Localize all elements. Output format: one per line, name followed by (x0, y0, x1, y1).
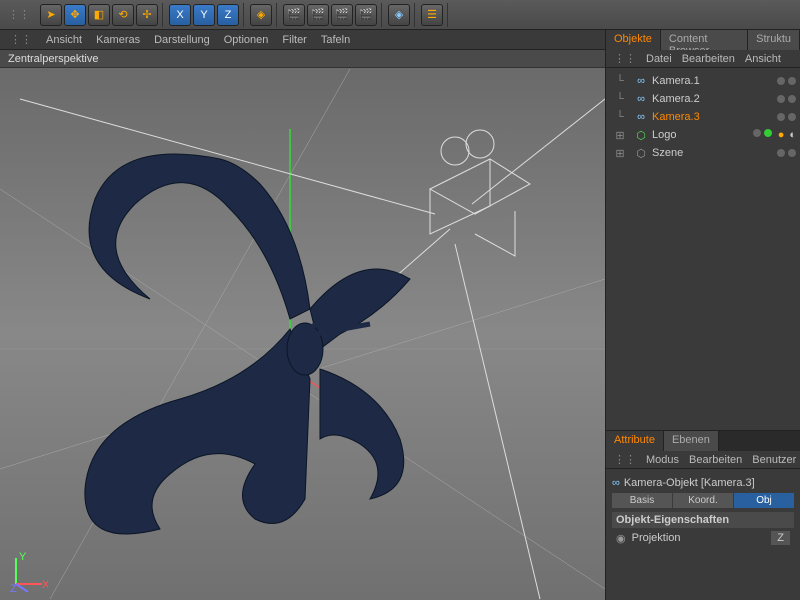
menu-ansicht2[interactable]: Ansicht (745, 53, 781, 65)
attr-subtabs: Basis Koord. Obj (612, 493, 794, 508)
subtab-basis[interactable]: Basis (612, 493, 672, 508)
material-tag-icon[interactable]: ◐ (789, 129, 796, 141)
prop-projektion: ◉ Projektion Z (612, 528, 794, 548)
toolbar-grip-icon: ⋮⋮ (8, 8, 30, 21)
tab-attribute[interactable]: Attribute (606, 431, 664, 451)
tab-struktur[interactable]: Struktu (748, 30, 800, 50)
expand-icon[interactable]: ⊞ (610, 147, 630, 160)
tag-icon[interactable]: ● (778, 129, 785, 141)
section-header: Objekt-Eigenschaften (612, 512, 794, 528)
axis-gizmo[interactable]: Y X Z (8, 552, 48, 592)
axis-y-label: Y (19, 552, 27, 563)
viewport-panel: ⋮⋮ Ansicht Kameras Darstellung Optionen … (0, 30, 605, 600)
menu-darstellung[interactable]: Darstellung (154, 34, 210, 46)
perspective-label: Zentralperspektive (8, 53, 99, 65)
layer-tools: ☰ (417, 3, 448, 27)
menu-modus[interactable]: Modus (646, 454, 679, 466)
expand-icon[interactable]: ⊞ (610, 129, 630, 142)
viewport-3d[interactable]: Y X Z (0, 68, 605, 600)
scale-tool[interactable]: ◧ (88, 4, 110, 26)
null-icon: ⬡ (634, 128, 648, 142)
subtab-objekt[interactable]: Obj (734, 493, 794, 508)
menu-ansicht[interactable]: Ansicht (46, 34, 82, 46)
menu-datei[interactable]: Datei (646, 53, 672, 65)
object-tools: ◈ (246, 3, 277, 27)
viewport-grip-icon: ⋮⋮ (10, 33, 32, 46)
obj-kamera1[interactable]: └∞ Kamera.1 (606, 72, 800, 90)
axis-z-button[interactable]: Z (217, 4, 239, 26)
prop-value[interactable]: Z (771, 531, 790, 545)
camera-icon: ∞ (634, 92, 648, 106)
object-tree[interactable]: └∞ Kamera.1 └∞ Kamera.2 └∞ Kamera.3 ⊞ ⬡ L… (606, 68, 800, 430)
cursor-tool[interactable]: ➤ (40, 4, 62, 26)
menu-tafeln[interactable]: Tafeln (321, 34, 350, 46)
obj-szene[interactable]: ⊞ ⬡ Szene (606, 144, 800, 162)
clapper1-button[interactable]: 🎬 (283, 4, 305, 26)
menu-bearbeiten[interactable]: Bearbeiten (682, 53, 735, 65)
panel-grip-icon: ⋮⋮ (614, 52, 636, 65)
camera-icon: ∞ (612, 477, 620, 489)
axis-x-label: X (42, 579, 48, 591)
menu-benutzer[interactable]: Benutzer (752, 454, 796, 466)
move-tool[interactable]: ✥ (64, 4, 86, 26)
attributes-panel: Attribute Ebenen ⋮⋮ Modus Bearbeiten Ben… (606, 430, 800, 600)
crosshair-tool[interactable]: ✢ (136, 4, 158, 26)
obj-label: Logo (652, 129, 749, 141)
attr-menu: ⋮⋮ Modus Bearbeiten Benutzer (606, 451, 800, 469)
main-toolbar: ⋮⋮ ➤ ✥ ◧ ⟲ ✢ X Y Z ◈ 🎬 🎬 🎬 🎬 ◈ ☰ (0, 0, 800, 30)
tab-ebenen[interactable]: Ebenen (664, 431, 719, 451)
cube-tool[interactable]: ◈ (250, 4, 272, 26)
attr-object-title: ∞ Kamera-Objekt [Kamera.3] (612, 477, 794, 489)
transform-tools: ➤ ✥ ◧ ⟲ ✢ (36, 3, 163, 27)
prop-label: Projektion (632, 532, 681, 544)
right-panel: Objekte Content Browser Struktu ⋮⋮ Datei… (605, 30, 800, 600)
objects-menu: ⋮⋮ Datei Bearbeiten Ansicht (606, 50, 800, 68)
obj-kamera3[interactable]: └∞ Kamera.3 (606, 108, 800, 126)
tab-objekte[interactable]: Objekte (606, 30, 661, 50)
menu-optionen[interactable]: Optionen (224, 34, 269, 46)
axis-y-button[interactable]: Y (193, 4, 215, 26)
menu-bearbeiten2[interactable]: Bearbeiten (689, 454, 742, 466)
axis-z-label: Z (10, 583, 17, 592)
subtab-koord[interactable]: Koord. (673, 493, 733, 508)
anim-tools: 🎬 🎬 🎬 🎬 (279, 3, 382, 27)
clapper2-button[interactable]: 🎬 (307, 4, 329, 26)
render-tools: ◈ (384, 3, 415, 27)
objects-tabs: Objekte Content Browser Struktu (606, 30, 800, 50)
menu-filter[interactable]: Filter (282, 34, 306, 46)
clapper4-button[interactable]: 🎬 (355, 4, 377, 26)
obj-label: Kamera.3 (652, 111, 773, 123)
axis-tools: X Y Z (165, 3, 244, 27)
obj-logo[interactable]: ⊞ ⬡ Logo ● ◐ (606, 126, 800, 144)
camera-icon: ∞ (634, 110, 648, 124)
attr-tabs: Attribute Ebenen (606, 431, 800, 451)
obj-label: Szene (652, 147, 773, 159)
rotate-tool[interactable]: ⟲ (112, 4, 134, 26)
layers-button[interactable]: ☰ (421, 4, 443, 26)
obj-label: Kamera.2 (652, 93, 773, 105)
tab-content-browser[interactable]: Content Browser (661, 30, 748, 50)
menu-kameras[interactable]: Kameras (96, 34, 140, 46)
render-button[interactable]: ◈ (388, 4, 410, 26)
null-icon: ⬡ (634, 146, 648, 160)
clapper3-button[interactable]: 🎬 (331, 4, 353, 26)
viewport-label: Zentralperspektive (0, 50, 605, 68)
axis-x-button[interactable]: X (169, 4, 191, 26)
viewport-menu: ⋮⋮ Ansicht Kameras Darstellung Optionen … (0, 30, 605, 50)
panel-grip-icon: ⋮⋮ (614, 453, 636, 466)
obj-kamera2[interactable]: └∞ Kamera.2 (606, 90, 800, 108)
bullet-icon: ◉ (616, 532, 626, 545)
camera-icon: ∞ (634, 74, 648, 88)
obj-label: Kamera.1 (652, 75, 773, 87)
